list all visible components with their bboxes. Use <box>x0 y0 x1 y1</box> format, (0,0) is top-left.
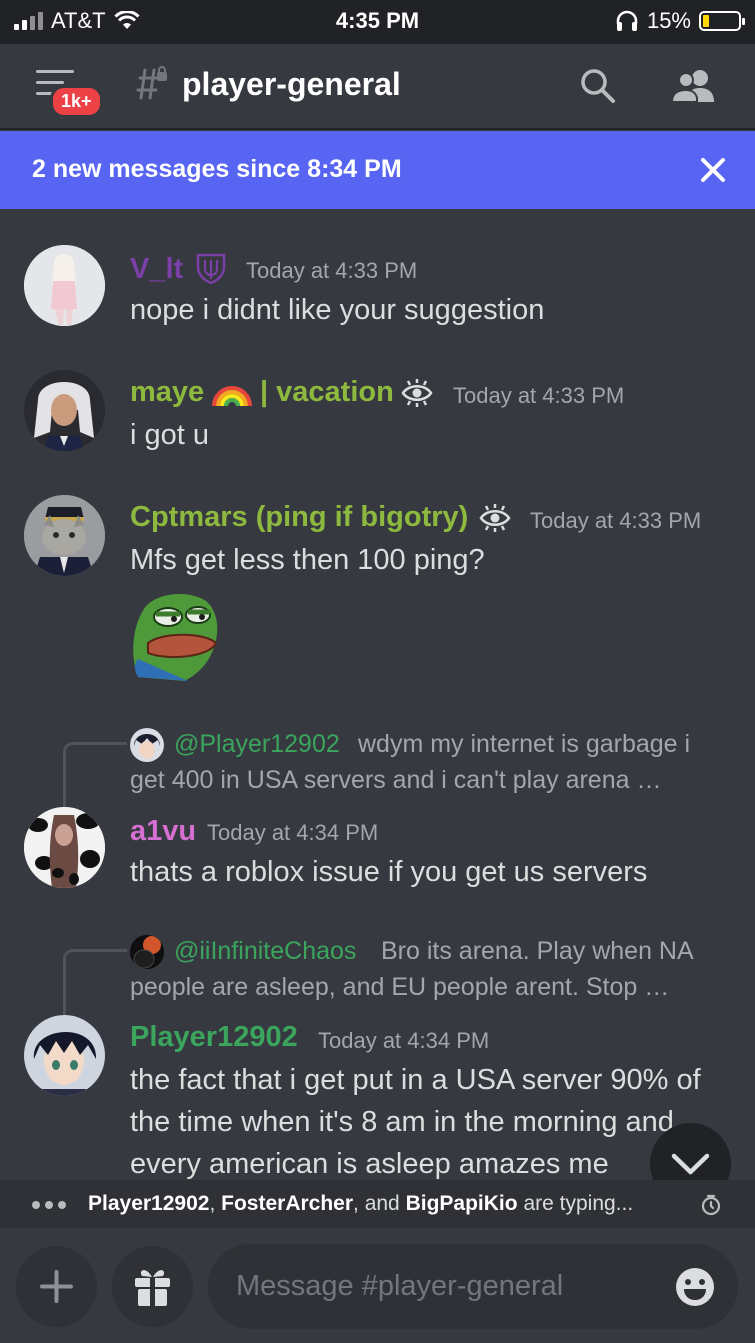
gift-button[interactable] <box>112 1246 193 1327</box>
reply-connector <box>63 949 127 1025</box>
typing-indicator: Player12902, FosterArcher, and BigPapiKi… <box>0 1180 755 1228</box>
unread-badge: 1k+ <box>50 85 103 118</box>
message-text: i got u <box>130 419 209 451</box>
message-text: nope i didnt like your suggestion <box>130 294 545 326</box>
battery-icon <box>699 11 745 31</box>
typing-dots-icon <box>32 1201 66 1209</box>
slowmode-timer-icon <box>701 1194 721 1216</box>
message-text: thats a roblox issue if you get us serve… <box>130 856 648 888</box>
battery-percent: 15% <box>646 8 691 33</box>
reply-text: Bro its arena. Play when NA <box>381 937 694 965</box>
role-shield-icon <box>196 253 226 285</box>
typing-separator: , <box>209 1192 216 1215</box>
reply-text: wdym my internet is garbage i <box>358 730 691 758</box>
typing-text: Player12902, FosterArcher, and BigPapiKi… <box>88 1192 633 1216</box>
username[interactable]: V_lt <box>130 253 183 286</box>
username[interactable]: maye <box>130 376 204 409</box>
plus-icon <box>40 1270 73 1303</box>
status-bar: AT&T 4:35 PM 15% <box>0 0 755 44</box>
avatar[interactable] <box>24 807 105 888</box>
emoji-icon[interactable] <box>674 1266 716 1308</box>
composer-bar <box>0 1228 755 1343</box>
channel-name[interactable]: player-general <box>182 66 401 103</box>
username[interactable]: a1vu <box>130 815 196 848</box>
timestamp: Today at 4:33 PM <box>453 383 625 408</box>
attach-button[interactable] <box>16 1246 97 1327</box>
typing-user: FosterArcher <box>221 1192 354 1215</box>
search-icon[interactable] <box>578 66 618 106</box>
message-text: the fact that i get put in a USA server … <box>130 1064 701 1096</box>
timestamp: Today at 4:33 PM <box>530 508 702 533</box>
avatar[interactable] <box>24 1015 105 1096</box>
rainbow-emoji-icon <box>212 386 252 407</box>
message-text: Mfs get less then 100 ping? <box>130 544 485 576</box>
typing-separator: , and <box>353 1192 400 1215</box>
pepe-emoji-icon <box>133 594 218 681</box>
reply-text: people are asleep, and EU people arent. … <box>130 973 670 1001</box>
timestamp: Today at 4:34 PM <box>318 1028 490 1053</box>
avatar[interactable] <box>24 245 105 326</box>
reply-avatar <box>130 728 164 762</box>
gift-icon <box>135 1270 170 1306</box>
avatar[interactable] <box>24 370 105 451</box>
reply-avatar <box>130 935 164 969</box>
channel-header: 1k+ player-general <box>0 44 755 130</box>
close-icon[interactable] <box>700 157 726 183</box>
username[interactable]: Player12902 <box>130 1021 298 1054</box>
reply-mention[interactable]: @Player12902 <box>174 730 340 759</box>
headphones-icon <box>616 10 638 31</box>
new-messages-text: 2 new messages since 8:34 PM <box>32 155 402 183</box>
eye-badge-icon <box>479 504 511 532</box>
new-messages-bar[interactable]: 2 new messages since 8:34 PM <box>0 131 755 209</box>
status-right: 15% <box>615 8 745 34</box>
typing-suffix: are typing... <box>523 1192 634 1215</box>
typing-user: BigPapiKio <box>405 1192 518 1215</box>
message-input[interactable] <box>236 1262 656 1310</box>
hash-lock-icon <box>136 66 167 100</box>
typing-user: Player12902 <box>88 1192 210 1215</box>
username[interactable]: Cptmars (ping if bigotry) <box>130 501 468 534</box>
reply-mention[interactable]: @iiInfiniteChaos <box>174 937 356 966</box>
reply-connector <box>63 742 127 812</box>
avatar[interactable] <box>24 495 105 576</box>
eye-badge-icon <box>401 379 433 407</box>
message-text: the time when it's 8 am in the morning a… <box>130 1106 674 1138</box>
members-icon[interactable] <box>670 66 718 106</box>
message-input-wrapper <box>208 1244 738 1329</box>
reply-text: get 400 in USA servers and i can't play … <box>130 766 662 794</box>
timestamp: Today at 4:34 PM <box>207 820 379 845</box>
message-text: every american is asleep amazes me <box>130 1148 609 1180</box>
timestamp: Today at 4:33 PM <box>246 258 418 283</box>
username-suffix: | vacation <box>260 376 394 408</box>
